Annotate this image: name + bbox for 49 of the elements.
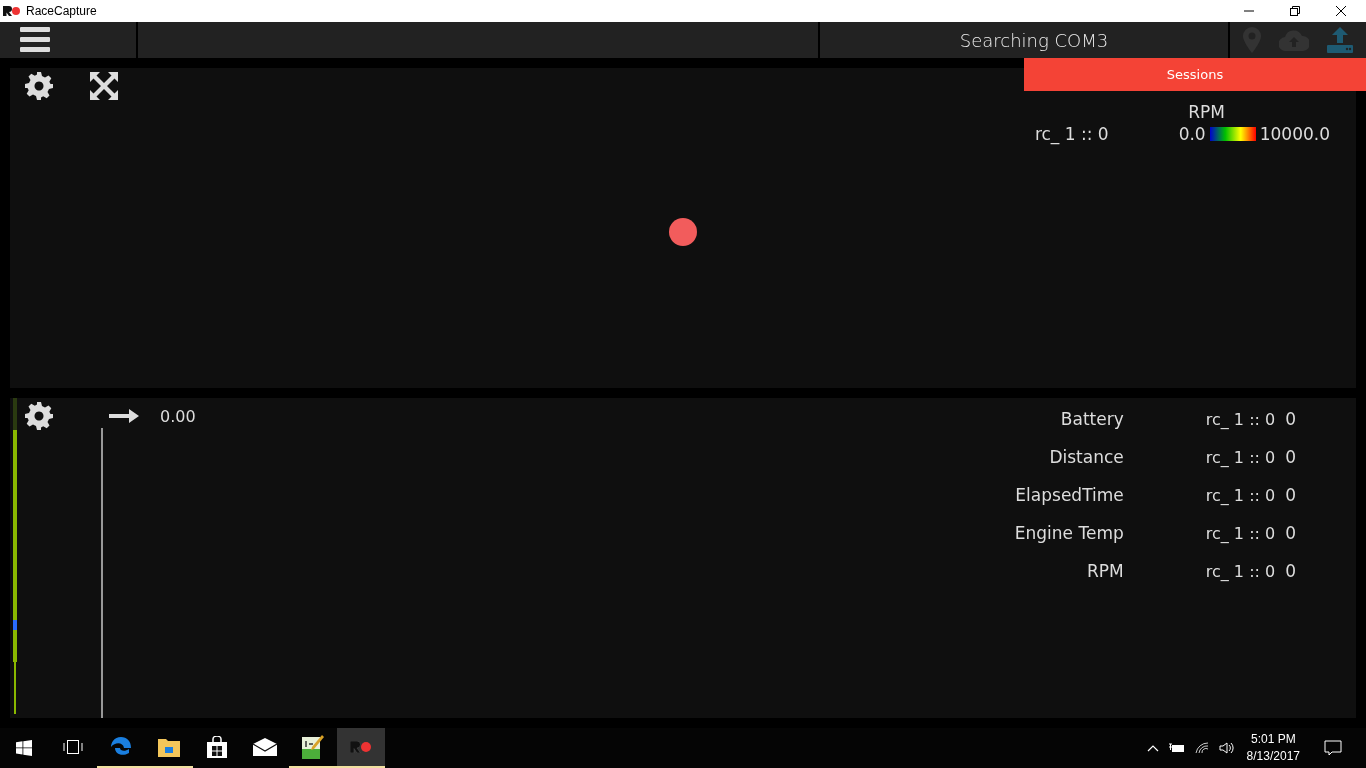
app-logo-icon: [3, 6, 21, 16]
menu-icon[interactable]: [20, 27, 50, 53]
channel-source: rc_ 1 :: 0: [1205, 447, 1276, 467]
speaker-icon[interactable]: [1218, 742, 1235, 754]
sessions-button[interactable]: Sessions: [1024, 58, 1366, 91]
wifi-icon[interactable]: [1194, 742, 1209, 754]
color-scale-gradient: [1209, 127, 1256, 141]
connection-status: Searching COM3: [959, 29, 1109, 51]
close-icon[interactable]: [1336, 6, 1346, 16]
task-view-icon: [63, 739, 83, 755]
app-logo-icon: [350, 741, 372, 753]
start-icon[interactable]: [16, 740, 32, 756]
battery-icon[interactable]: [1168, 743, 1185, 753]
settings-icon[interactable]: [25, 402, 53, 430]
channel-name: Distance: [1048, 447, 1124, 467]
folder-icon: [158, 737, 180, 757]
shopping-bag-icon: [207, 736, 227, 758]
legend-max: 10000.0: [1259, 124, 1330, 144]
channel-value: 0: [1285, 409, 1296, 429]
chevron-up-icon[interactable]: [1146, 744, 1159, 752]
channel-source: rc_ 1 :: 0: [1205, 409, 1276, 429]
channel-source: rc_ 1 :: 0: [1205, 485, 1276, 505]
notification-icon[interactable]: [1324, 740, 1342, 756]
restore-icon[interactable]: [1290, 6, 1300, 16]
taskbar-app[interactable]: [337, 728, 385, 768]
channel-name: ElapsedTime: [1014, 485, 1124, 505]
envelope-icon: [253, 738, 277, 756]
channel-value: 0: [1285, 447, 1296, 467]
channel-value: 0: [1285, 561, 1296, 581]
expand-icon[interactable]: [90, 72, 118, 100]
settings-icon[interactable]: [25, 72, 53, 100]
channel-source: rc_ 1 :: 0: [1205, 561, 1276, 581]
legend-min: 0.0: [1178, 124, 1206, 144]
window-title: RaceCapture: [26, 4, 97, 18]
arrow-right-icon[interactable]: [109, 408, 139, 424]
channel-value: 0: [1285, 523, 1296, 543]
clock-date[interactable]: 8/13/2017: [1246, 748, 1300, 765]
channel-name: RPM: [1086, 561, 1124, 581]
channel-name: Engine Temp: [1013, 523, 1124, 543]
legend-heading: RPM: [1188, 102, 1225, 122]
cursor-value: 0.00: [160, 406, 196, 426]
position-dot: [669, 218, 697, 246]
channel-name: Battery: [1059, 409, 1124, 429]
notepad-icon: [302, 735, 324, 759]
clock-time[interactable]: 5:01 PM: [1250, 731, 1296, 748]
channel-source: rc_ 1 :: 0: [1205, 523, 1276, 543]
edge-browser-icon: [110, 736, 132, 758]
channel-value: 0: [1285, 485, 1296, 505]
legend-source: rc_ 1 :: 0: [1034, 124, 1109, 144]
